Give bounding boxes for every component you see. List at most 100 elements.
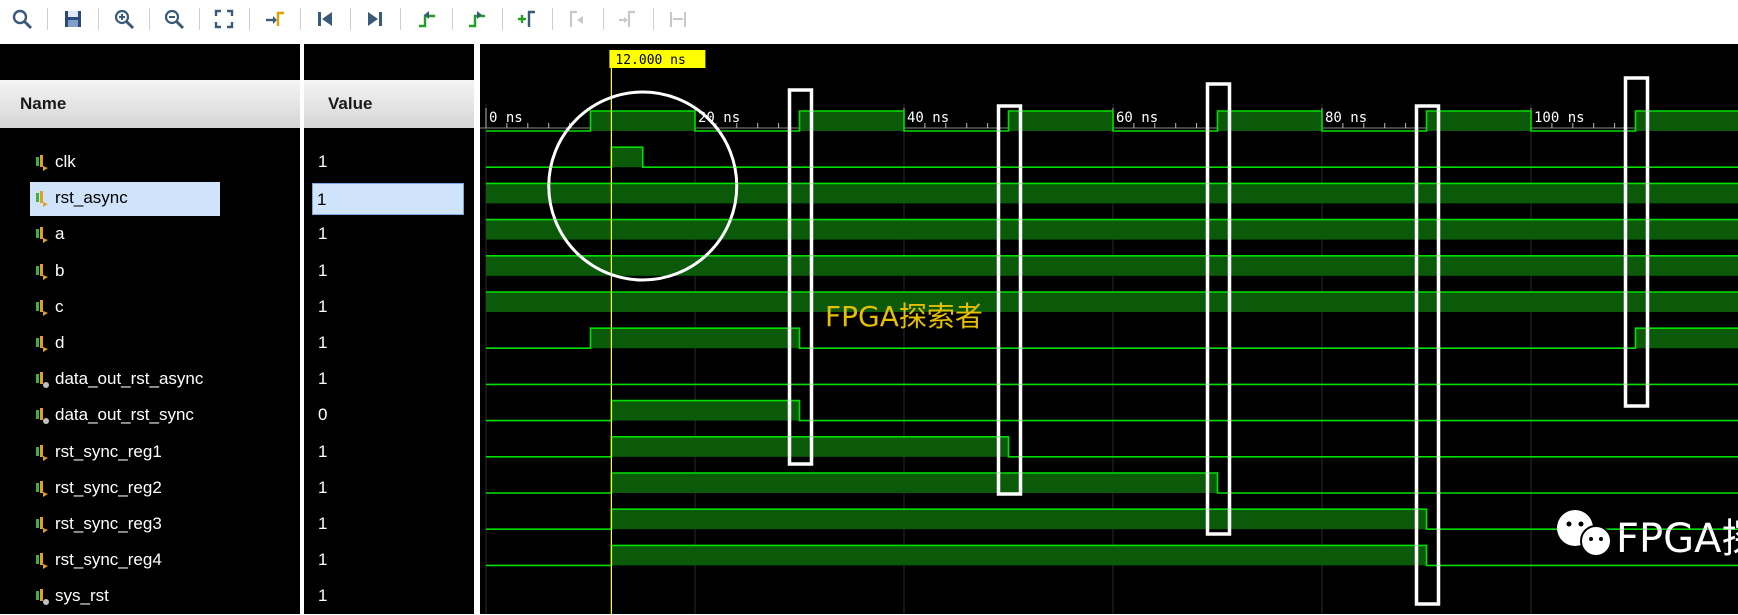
- previous-marker-button[interactable]: [564, 5, 592, 33]
- swap-cursors-button[interactable]: [664, 5, 692, 33]
- toolbar-separator: [47, 8, 48, 30]
- wave-high-region: [486, 183, 1738, 203]
- wave-high-region: [1636, 328, 1738, 348]
- time-tick-label: 20 ns: [698, 110, 740, 126]
- signal-row-b[interactable]: b: [0, 254, 300, 290]
- toolbar-separator: [603, 8, 604, 30]
- previous-transition-button[interactable]: [413, 5, 441, 33]
- signal-value-c: 1: [318, 297, 327, 317]
- signal-row-rst_sync_reg3[interactable]: rst_sync_reg3: [0, 507, 300, 543]
- input-signal-icon: [34, 226, 50, 244]
- signal-name: sys_rst: [55, 586, 109, 606]
- signal-value-rst_sync_reg1: 1: [318, 442, 327, 462]
- zoom-out-button[interactable]: [160, 5, 188, 33]
- search-icon: [11, 8, 33, 30]
- signal-value-rst_async: 1: [312, 183, 464, 215]
- signal-value-data_out_rst_sync: 0: [318, 405, 327, 425]
- zoom-in-button[interactable]: [110, 5, 138, 33]
- signal-value-clk: 1: [318, 152, 327, 172]
- add-marker-button[interactable]: [513, 5, 541, 33]
- wave-high-region: [486, 256, 1738, 276]
- wave-high-region: [591, 328, 800, 348]
- waveform-canvas[interactable]: 0 ns20 ns40 ns60 ns80 ns100 ns12.000 nsF…: [480, 44, 1738, 614]
- signal-name: c: [55, 297, 64, 317]
- name-column-header[interactable]: Name: [0, 80, 300, 128]
- watermark-logo-eye: [1567, 522, 1572, 527]
- wave-high-region: [1218, 111, 1323, 131]
- go-to-start-button[interactable]: [311, 5, 339, 33]
- input-signal-icon: [34, 516, 50, 534]
- signal-row-sys_rst[interactable]: sys_rst: [0, 579, 300, 615]
- waveform-panel[interactable]: 0 ns20 ns40 ns60 ns80 ns100 ns12.000 nsF…: [480, 44, 1738, 614]
- go-to-cursor-button[interactable]: [261, 5, 289, 33]
- signal-row-a[interactable]: a: [0, 217, 300, 253]
- output-signal-icon: [34, 407, 50, 425]
- signal-row-data_out_rst_async[interactable]: data_out_rst_async: [0, 362, 300, 398]
- input-signal-icon: [34, 335, 50, 353]
- next-transition-icon: [466, 8, 488, 30]
- toolbar-separator: [300, 8, 301, 30]
- toolbar-separator: [502, 8, 503, 30]
- previous-marker-icon: [567, 8, 589, 30]
- signal-value-b: 1: [318, 261, 327, 281]
- time-tick-label: 80 ns: [1325, 110, 1367, 126]
- zoom-fit-button[interactable]: [210, 5, 238, 33]
- signal-name: rst_sync_reg2: [55, 478, 162, 498]
- next-marker-icon: [617, 8, 639, 30]
- signal-row-d[interactable]: d: [0, 326, 300, 362]
- toolbar-separator: [653, 8, 654, 30]
- go-to-end-icon: [364, 8, 386, 30]
- name-column-header-label: Name: [20, 94, 66, 113]
- toolbar-separator: [350, 8, 351, 30]
- signal-row-rst_sync_reg1[interactable]: rst_sync_reg1: [0, 435, 300, 471]
- wave-high-region: [486, 220, 1738, 240]
- time-tick-label: 60 ns: [1116, 110, 1158, 126]
- watermark-logo-eye: [1599, 537, 1603, 541]
- signal-row-data_out_rst_sync[interactable]: data_out_rst_sync: [0, 398, 300, 434]
- toolbar-separator: [149, 8, 150, 30]
- watermark-logo-icon: [1581, 526, 1611, 556]
- zoom-fit-icon: [213, 8, 235, 30]
- signal-name: a: [55, 224, 64, 244]
- value-column-header[interactable]: Value: [304, 80, 474, 128]
- signal-value-rst_sync_reg4: 1: [318, 550, 327, 570]
- wave-high-region: [1009, 111, 1114, 131]
- next-transition-button[interactable]: [463, 5, 491, 33]
- signal-row-rst_sync_reg2[interactable]: rst_sync_reg2: [0, 471, 300, 507]
- input-signal-icon: [34, 552, 50, 570]
- save-icon: [62, 8, 84, 30]
- toolbar: [0, 0, 1738, 40]
- wave-high-region: [611, 509, 1426, 529]
- signal-name: clk: [55, 152, 76, 172]
- signal-name-panel: Name clk rst_asyncabcd data_out_rst_asyncd…: [0, 44, 304, 614]
- signal-name: data_out_rst_async: [55, 369, 203, 389]
- time-tick-label: 100 ns: [1534, 110, 1585, 126]
- wave-high-region: [591, 111, 696, 131]
- input-signal-icon: [34, 263, 50, 281]
- go-to-cursor-icon: [264, 8, 286, 30]
- input-signal-icon: [34, 154, 50, 172]
- next-marker-button[interactable]: [614, 5, 642, 33]
- wave-high-region: [800, 111, 905, 131]
- toolbar-separator: [98, 8, 99, 30]
- go-to-end-button[interactable]: [361, 5, 389, 33]
- zoom-in-icon: [113, 8, 135, 30]
- wave-high-region: [611, 473, 1217, 493]
- save-button[interactable]: [59, 5, 87, 33]
- toolbar-separator: [400, 8, 401, 30]
- toolbar-separator: [552, 8, 553, 30]
- go-to-start-icon: [314, 8, 336, 30]
- wave-high-region: [611, 545, 1426, 565]
- signal-row-rst_async[interactable]: rst_async: [0, 181, 300, 217]
- signal-name: rst_sync_reg1: [55, 442, 162, 462]
- signal-row-rst_sync_reg4[interactable]: rst_sync_reg4: [0, 543, 300, 579]
- signal-value-rst_sync_reg2: 1: [318, 478, 327, 498]
- search-button[interactable]: [8, 5, 36, 33]
- signal-value-panel: Value 1111111011111: [304, 44, 474, 614]
- signal-value-d: 1: [318, 333, 327, 353]
- signal-name: rst_sync_reg3: [55, 514, 162, 534]
- signal-row-c[interactable]: c: [0, 290, 300, 326]
- signal-value-a: 1: [318, 224, 327, 244]
- signal-row-clk[interactable]: clk: [0, 145, 300, 181]
- signal-name: data_out_rst_sync: [55, 405, 194, 425]
